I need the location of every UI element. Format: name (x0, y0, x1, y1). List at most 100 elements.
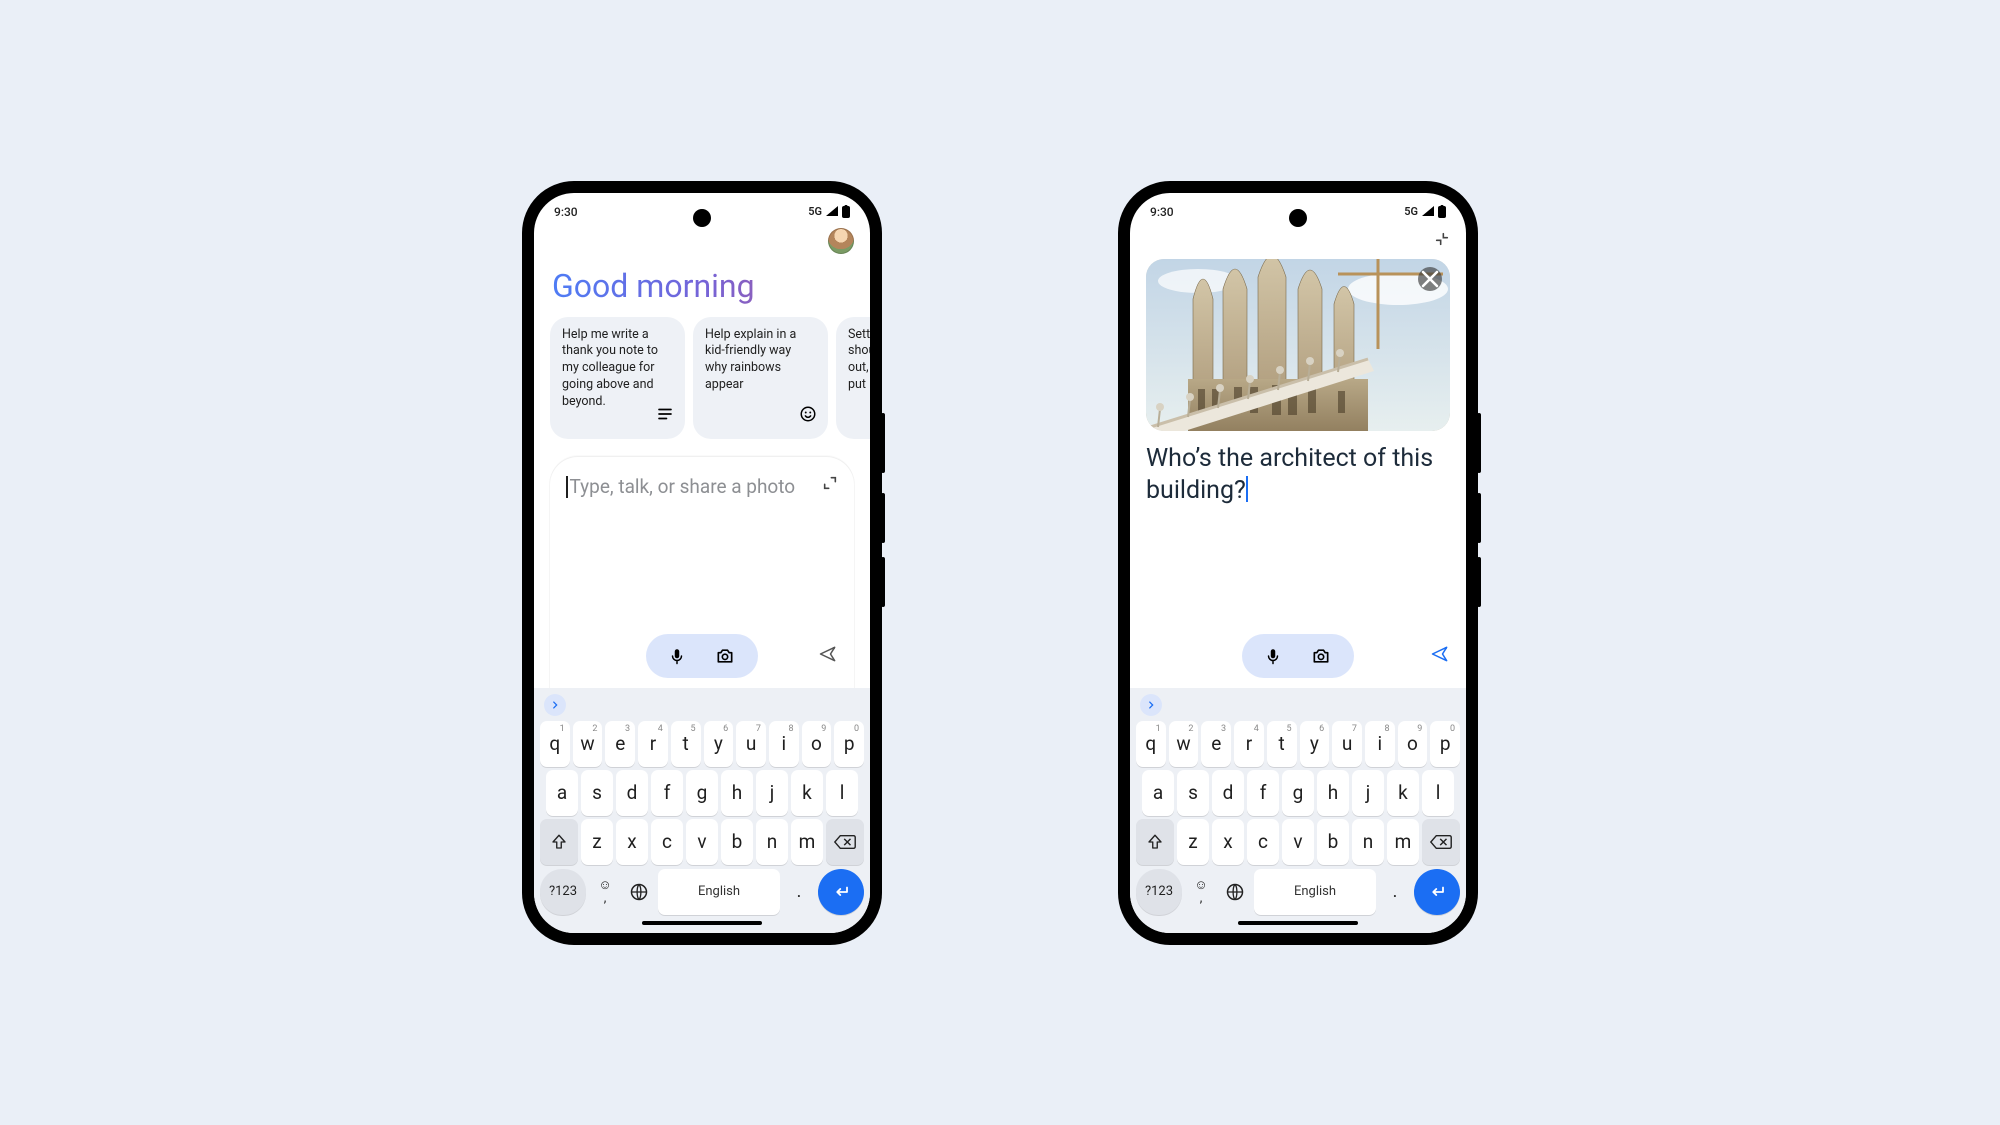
key-p[interactable]: p0 (1430, 721, 1460, 767)
key-c[interactable]: c (1247, 819, 1279, 865)
key-y[interactable]: y6 (1300, 721, 1330, 767)
expand-icon[interactable] (822, 475, 838, 495)
key-f[interactable]: f (651, 770, 683, 816)
emoji-key[interactable]: ☺ , (590, 869, 620, 915)
phone-right: 9:30 5G (1120, 183, 1476, 943)
key-i[interactable]: i8 (769, 721, 799, 767)
key-u[interactable]: u7 (1332, 721, 1362, 767)
composer: Type, talk, or share a photo (550, 457, 854, 688)
volume-down-button[interactable] (1477, 557, 1481, 607)
key-k[interactable]: k (791, 770, 823, 816)
key-m[interactable]: m (791, 819, 823, 865)
enter-key[interactable] (1414, 869, 1460, 915)
signal-icon (825, 206, 839, 217)
key-w[interactable]: w2 (1169, 721, 1199, 767)
key-j[interactable]: j (756, 770, 788, 816)
phone-left: 9:30 5G Good morning (524, 183, 880, 943)
key-e[interactable]: e3 (1201, 721, 1231, 767)
key-t[interactable]: t5 (1267, 721, 1297, 767)
key-t[interactable]: t5 (671, 721, 701, 767)
power-button[interactable] (1477, 413, 1481, 473)
key-z[interactable]: z (1177, 819, 1209, 865)
key-b[interactable]: b (721, 819, 753, 865)
key-n[interactable]: n (1352, 819, 1384, 865)
key-r[interactable]: r4 (638, 721, 668, 767)
key-l[interactable]: l (826, 770, 858, 816)
key-x[interactable]: x (1212, 819, 1244, 865)
key-a[interactable]: a (1142, 770, 1174, 816)
key-v[interactable]: v (1282, 819, 1314, 865)
key-y[interactable]: y6 (704, 721, 734, 767)
key-o[interactable]: o9 (802, 721, 832, 767)
key-d[interactable]: d (616, 770, 648, 816)
suggestion-card[interactable]: Settle should out, r put in (836, 317, 870, 439)
suggestion-card[interactable]: Help explain in a kid-friendly way why r… (693, 317, 828, 439)
send-icon[interactable] (818, 649, 838, 668)
key-o[interactable]: o9 (1398, 721, 1428, 767)
key-g[interactable]: g (1282, 770, 1314, 816)
collapse-icon[interactable] (1434, 231, 1450, 251)
key-m[interactable]: m (1387, 819, 1419, 865)
key-u[interactable]: u7 (736, 721, 766, 767)
send-icon[interactable] (1430, 649, 1450, 668)
key-a[interactable]: a (546, 770, 578, 816)
screen-right: 9:30 5G (1130, 193, 1466, 933)
key-z[interactable]: z (581, 819, 613, 865)
key-q[interactable]: q1 (1136, 721, 1166, 767)
key-b[interactable]: b (1317, 819, 1349, 865)
home-indicator[interactable] (642, 921, 762, 925)
chevron-right-icon[interactable] (1140, 694, 1162, 716)
key-d[interactable]: d (1212, 770, 1244, 816)
home-indicator[interactable] (1238, 921, 1358, 925)
mic-icon[interactable] (1264, 645, 1282, 667)
key-g[interactable]: g (686, 770, 718, 816)
period-key[interactable]: . (1380, 869, 1410, 915)
avatar[interactable] (828, 228, 854, 254)
key-r[interactable]: r4 (1234, 721, 1264, 767)
attached-image[interactable] (1146, 259, 1450, 431)
enter-key[interactable] (818, 869, 864, 915)
composer-input[interactable]: Type, talk, or share a photo (566, 475, 795, 499)
key-j[interactable]: j (1352, 770, 1384, 816)
volume-up-button[interactable] (881, 493, 885, 543)
backspace-key[interactable] (826, 819, 864, 865)
key-i[interactable]: i8 (1365, 721, 1395, 767)
emoji-key[interactable]: ☺ , (1186, 869, 1216, 915)
close-icon[interactable] (1418, 267, 1442, 291)
numeric-toggle-key[interactable]: ?123 (1136, 869, 1182, 915)
key-s[interactable]: s (581, 770, 613, 816)
space-key[interactable]: English (658, 869, 780, 915)
key-w[interactable]: w2 (573, 721, 603, 767)
shift-key[interactable] (540, 819, 578, 865)
key-k[interactable]: k (1387, 770, 1419, 816)
key-h[interactable]: h (1317, 770, 1349, 816)
backspace-key[interactable] (1422, 819, 1460, 865)
shift-key[interactable] (1136, 819, 1174, 865)
key-c[interactable]: c (651, 819, 683, 865)
input-mode-pill (646, 634, 758, 678)
space-key[interactable]: English (1254, 869, 1376, 915)
key-v[interactable]: v (686, 819, 718, 865)
key-h[interactable]: h (721, 770, 753, 816)
key-p[interactable]: p0 (834, 721, 864, 767)
key-x[interactable]: x (616, 819, 648, 865)
suggestion-card[interactable]: Help me write a thank you note to my col… (550, 317, 685, 439)
globe-key[interactable] (1220, 869, 1250, 915)
camera-icon[interactable] (1310, 646, 1332, 666)
key-s[interactable]: s (1177, 770, 1209, 816)
chevron-right-icon[interactable] (544, 694, 566, 716)
numeric-toggle-key[interactable]: ?123 (540, 869, 586, 915)
globe-key[interactable] (624, 869, 654, 915)
key-n[interactable]: n (756, 819, 788, 865)
key-f[interactable]: f (1247, 770, 1279, 816)
key-q[interactable]: q1 (540, 721, 570, 767)
key-l[interactable]: l (1422, 770, 1454, 816)
camera-icon[interactable] (714, 646, 736, 666)
volume-down-button[interactable] (881, 557, 885, 607)
power-button[interactable] (881, 413, 885, 473)
key-e[interactable]: e3 (605, 721, 635, 767)
mic-icon[interactable] (668, 645, 686, 667)
volume-up-button[interactable] (1477, 493, 1481, 543)
composer-input[interactable]: Who’s the architect of this building? (1146, 443, 1450, 508)
period-key[interactable]: . (784, 869, 814, 915)
